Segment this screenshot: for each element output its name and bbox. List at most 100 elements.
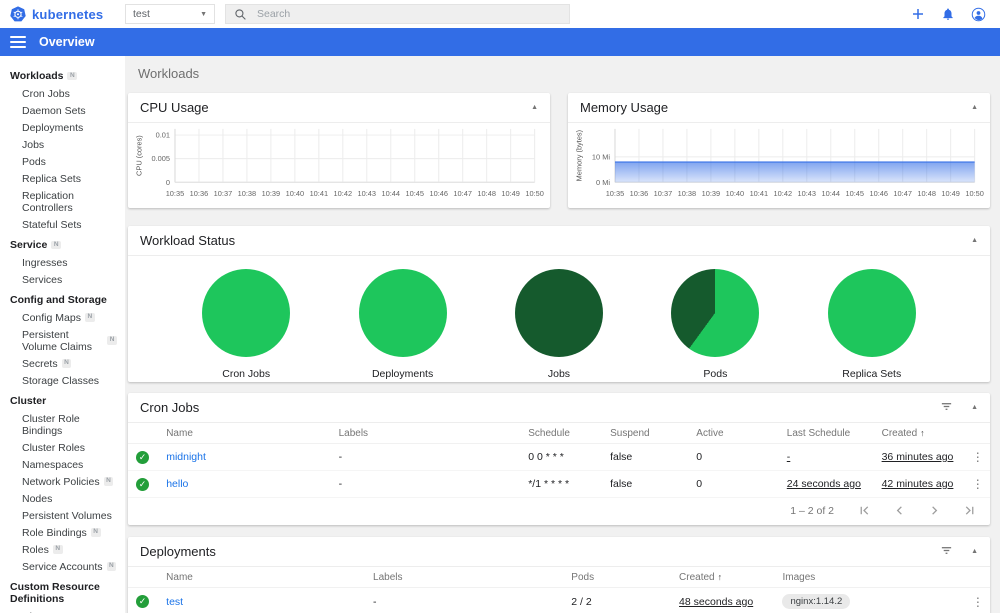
- card-title: Deployments: [140, 544, 216, 559]
- svg-text:10:36: 10:36: [190, 189, 209, 198]
- pagination-range: 1 – 2 of 2: [790, 504, 834, 517]
- collapse-card-button[interactable]: ▲: [953, 104, 978, 111]
- main-content: Workloads CPU Usage ▲ 0 0.005 0.01 10:35 10:…: [125, 56, 1000, 613]
- collapse-card-button[interactable]: ▲: [953, 548, 978, 555]
- sidebar-section-workloads[interactable]: Workloads N: [0, 67, 125, 85]
- first-page-button[interactable]: [858, 504, 871, 517]
- svg-text:10:37: 10:37: [654, 189, 673, 198]
- sidebar-section-service[interactable]: Service N: [0, 236, 125, 254]
- sidebar-item-label: Persistent Volume Claims: [22, 328, 93, 353]
- svg-text:10:48: 10:48: [917, 189, 936, 198]
- column-header-name[interactable]: Name: [158, 567, 366, 588]
- column-header-last-schedule[interactable]: Last Schedule: [778, 423, 874, 444]
- sidebar-section-custom-resource-definitions[interactable]: Custom Resource Definitions: [0, 578, 125, 608]
- svg-text:CPU (cores): CPU (cores): [134, 135, 143, 176]
- pie-chart: [202, 269, 291, 357]
- sidebar-item-persistent-volumes[interactable]: Persistent Volumes: [0, 507, 125, 524]
- namespaced-badge: N: [103, 477, 114, 486]
- sidebar-item-label: Secrets: [22, 357, 58, 370]
- pie-chart: [358, 269, 447, 357]
- column-header-created[interactable]: Created ↑: [671, 567, 775, 588]
- suspend-cell: false: [602, 443, 689, 471]
- collapse-card-button[interactable]: ▲: [513, 104, 538, 111]
- sidebar-item-network-policies[interactable]: Network Policies N: [0, 473, 125, 490]
- name-cell: test: [158, 587, 366, 613]
- filter-button[interactable]: [922, 400, 953, 415]
- kubernetes-logo[interactable]: kubernetes: [0, 6, 117, 22]
- search-input[interactable]: [257, 8, 561, 20]
- column-header-labels[interactable]: Labels: [365, 567, 564, 588]
- resource-link[interactable]: test: [166, 596, 183, 608]
- column-header-pods[interactable]: Pods: [563, 567, 672, 588]
- resource-link[interactable]: hello: [166, 478, 188, 490]
- sidebar-item-jobs[interactable]: Jobs: [0, 136, 125, 153]
- svg-text:10:45: 10:45: [845, 189, 864, 198]
- collapse-card-button[interactable]: ▲: [953, 237, 978, 244]
- sidebar-section-label: Custom Resource Definitions: [10, 581, 100, 605]
- suspend-cell: false: [602, 470, 689, 498]
- svg-text:10:37: 10:37: [214, 189, 233, 198]
- sidebar-item-daemon-sets[interactable]: Daemon Sets: [0, 102, 125, 119]
- column-header-created[interactable]: Created ↑: [873, 423, 960, 444]
- row-menu-button[interactable]: ⋮: [968, 595, 988, 609]
- user-profile-button[interactable]: [970, 6, 986, 22]
- sidebar-item-replication-controllers[interactable]: Replication Controllers: [0, 187, 125, 216]
- column-header-schedule[interactable]: Schedule: [520, 423, 603, 444]
- column-header-name[interactable]: Name: [158, 423, 331, 444]
- filter-button[interactable]: [922, 544, 953, 559]
- active-cell: 0: [688, 470, 779, 498]
- labels-value: -: [373, 595, 377, 608]
- sidebar-item-roles[interactable]: Roles N: [0, 541, 125, 558]
- table-header-row: Name Labels Schedule Suspend Active Last Sche…: [128, 423, 990, 444]
- collapse-card-button[interactable]: ▲: [953, 404, 978, 411]
- sidebar-section-config-and-storage[interactable]: Config and Storage: [0, 291, 125, 309]
- svg-text:10:42: 10:42: [774, 189, 793, 198]
- column-header-images[interactable]: Images: [774, 567, 960, 588]
- sidebar-item-label: Cron Jobs: [22, 87, 70, 100]
- sidebar-item-services[interactable]: Services: [0, 271, 125, 288]
- last_schedule-cell: -: [778, 443, 874, 471]
- row-menu-button[interactable]: ⋮: [968, 477, 988, 491]
- svg-text:10:45: 10:45: [405, 189, 424, 198]
- sidebar-section-cluster[interactable]: Cluster: [0, 392, 125, 410]
- cron-jobs-table: Name Labels Schedule Suspend Active Last Sche…: [128, 423, 990, 498]
- sidebar-item-pods[interactable]: Pods: [0, 153, 125, 170]
- sidebar-item-nodes[interactable]: Nodes: [0, 490, 125, 507]
- resource-link[interactable]: midnight: [166, 451, 206, 463]
- notifications-button[interactable]: [940, 6, 956, 22]
- sidebar-item-namespaces[interactable]: Namespaces: [0, 456, 125, 473]
- row-menu-button[interactable]: ⋮: [968, 450, 988, 464]
- chevron-left-icon: [896, 506, 902, 515]
- column-header-suspend[interactable]: Suspend: [602, 423, 689, 444]
- sidebar-item-persistent-volume-claims[interactable]: Persistent Volume Claims N: [0, 326, 125, 355]
- last_schedule-value: -: [786, 451, 791, 463]
- last-page-button[interactable]: [963, 504, 976, 517]
- namespace-selector[interactable]: test ▼: [125, 4, 215, 24]
- sidebar-item-cluster[interactable]: Cluster: [0, 608, 125, 613]
- sidebar-item-config-maps[interactable]: Config Maps N: [0, 309, 125, 326]
- column-header-label: Created: [881, 428, 918, 439]
- schedule-cell: 0 0 * * *: [520, 443, 603, 471]
- column-header-labels[interactable]: Labels: [330, 423, 521, 444]
- sidebar-item-secrets[interactable]: Secrets N: [0, 355, 125, 372]
- sidebar-item-deployments[interactable]: Deployments: [0, 119, 125, 136]
- column-header-active[interactable]: Active: [688, 423, 779, 444]
- sidebar-item-ingresses[interactable]: Ingresses: [0, 254, 125, 271]
- sidebar-item-cluster-role-bindings[interactable]: Cluster Role Bindings: [0, 410, 125, 439]
- sidebar-item-stateful-sets[interactable]: Stateful Sets: [0, 216, 125, 233]
- sidebar-item-cron-jobs[interactable]: Cron Jobs: [0, 85, 125, 102]
- sidebar-item-label: Persistent Volumes: [22, 509, 112, 522]
- sidebar-item-replica-sets[interactable]: Replica Sets: [0, 170, 125, 187]
- sidebar-item-role-bindings[interactable]: Role Bindings N: [0, 524, 125, 541]
- previous-page-button[interactable]: [893, 504, 906, 517]
- menu-button[interactable]: [10, 36, 26, 48]
- workload-pie-replica-sets: Replica Sets: [827, 269, 916, 380]
- pie-label: Pods: [703, 368, 728, 380]
- create-resource-button[interactable]: [910, 6, 926, 22]
- next-page-button[interactable]: [928, 504, 941, 517]
- sidebar-item-storage-classes[interactable]: Storage Classes: [0, 372, 125, 389]
- sidebar-item-service-accounts[interactable]: Service Accounts N: [0, 558, 125, 575]
- svg-text:10:36: 10:36: [630, 189, 649, 198]
- sidebar-item-cluster-roles[interactable]: Cluster Roles: [0, 439, 125, 456]
- column-header-label: Name: [166, 428, 193, 439]
